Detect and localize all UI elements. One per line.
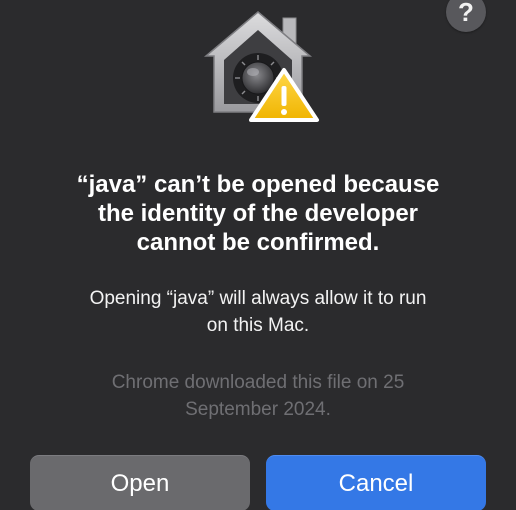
open-button[interactable]: Open	[30, 455, 250, 510]
dialog-title: “java” can’t be opened because the ident…	[20, 170, 496, 257]
dialog-message-line: Opening “java” will always allow it to r…	[89, 288, 427, 309]
dialog-title-line: “java” can’t be opened because	[76, 171, 440, 198]
cancel-button-label: Cancel	[338, 469, 414, 497]
download-info-line: Chrome downloaded this file on 25	[111, 372, 405, 393]
dialog-title-line: cannot be confirmed.	[136, 229, 380, 256]
download-info: Chrome downloaded this file on 25 Septem…	[30, 369, 486, 423]
security-alert-dialog: ? “java” can’t be opened because the ide…	[0, 0, 516, 510]
download-info-line: September 2024.	[185, 399, 331, 420]
dialog-message-line: on this Mac.	[206, 315, 310, 336]
help-button[interactable]: ?	[446, 0, 486, 32]
gatekeeper-icon	[196, 8, 326, 126]
dialog-title-line: the identity of the developer	[97, 200, 419, 227]
dialog-message: Opening “java” will always allow it to r…	[30, 285, 486, 339]
open-button-label: Open	[110, 469, 170, 497]
cancel-button[interactable]: Cancel	[266, 455, 486, 510]
help-button-label: ?	[458, 0, 474, 27]
